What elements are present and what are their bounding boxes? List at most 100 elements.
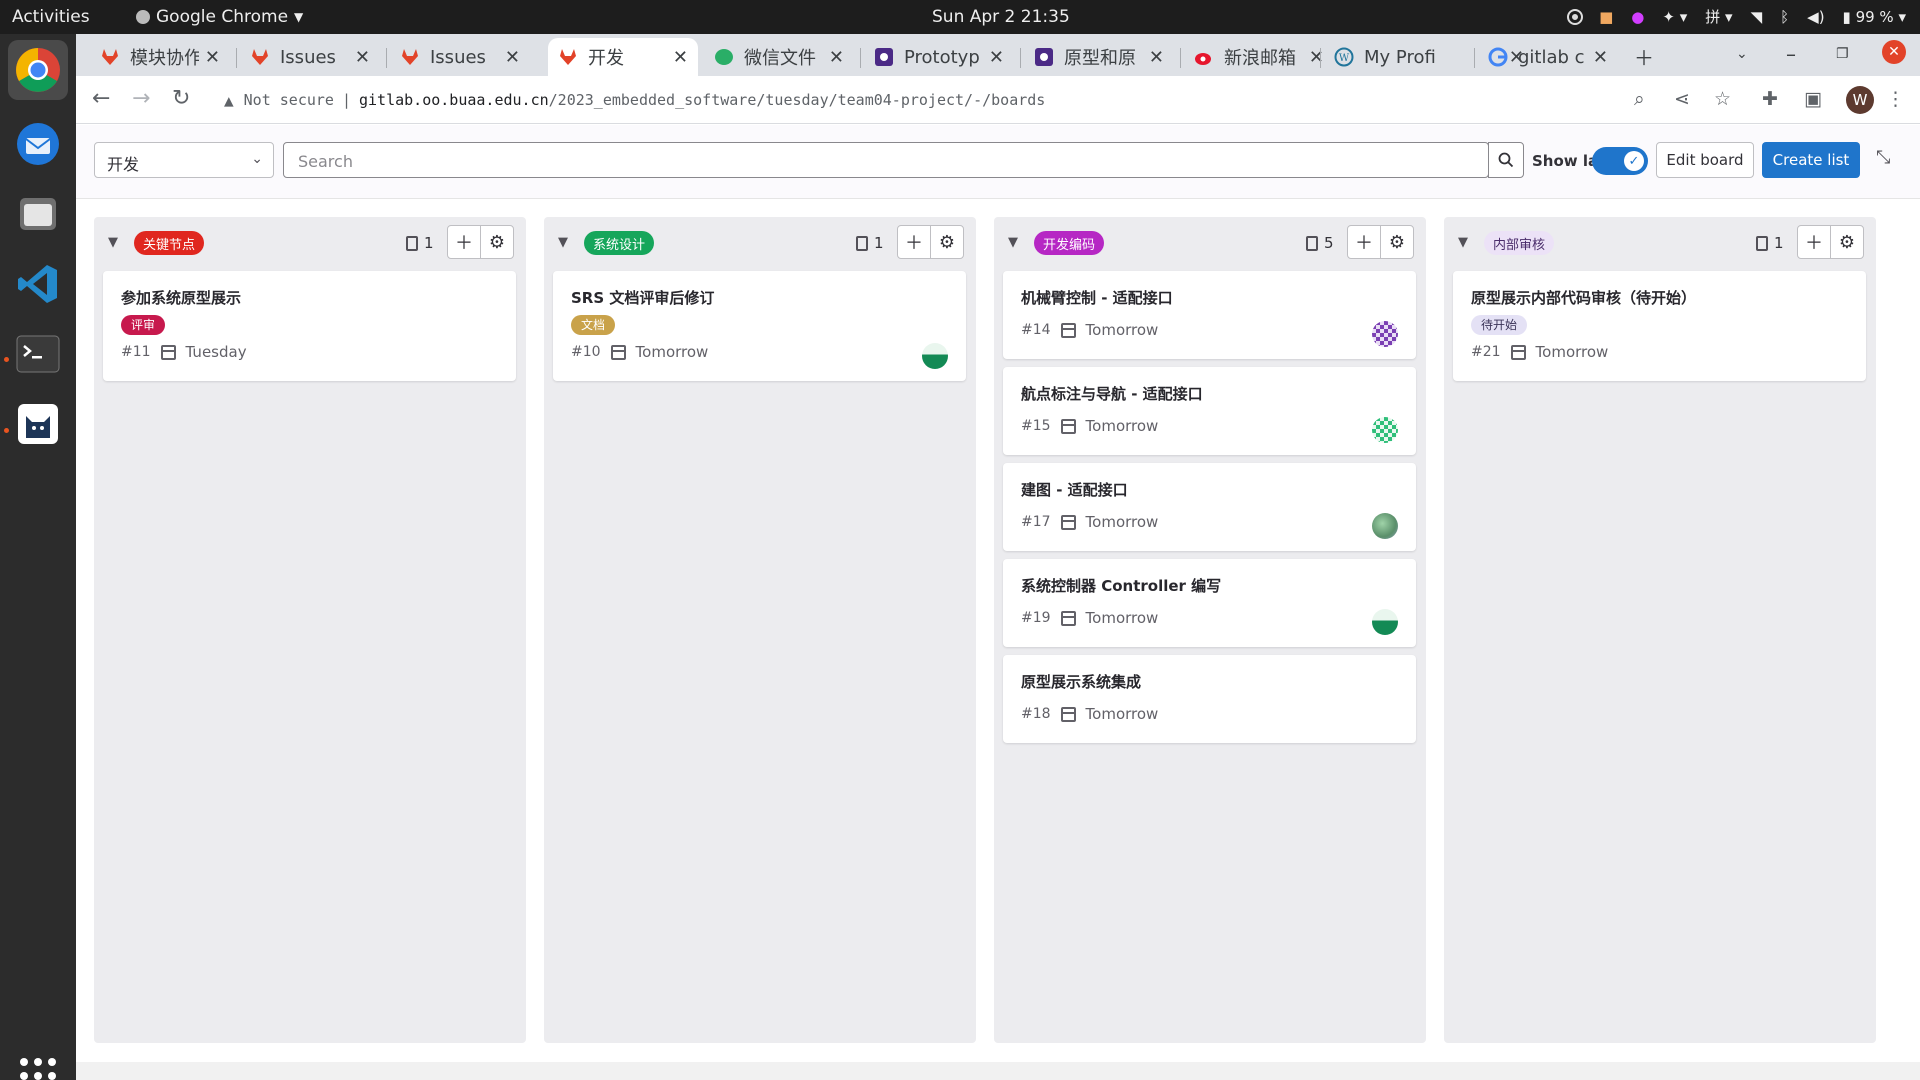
search-input[interactable]: Search xyxy=(283,142,1489,178)
input-method[interactable]: 拼 ▾ xyxy=(1705,6,1732,27)
issue-title[interactable]: 原型展示系统集成 xyxy=(1021,671,1141,692)
restore-icon[interactable]: ❐ xyxy=(1836,46,1849,62)
accessibility-icon[interactable]: ✦ ▾ xyxy=(1662,8,1687,26)
tab-1[interactable]: Issues ✕ xyxy=(240,38,380,76)
issue-card[interactable]: SRS 文档评审后修订 文档 #10 Tomorrow xyxy=(553,271,966,381)
list-settings-gear-icon[interactable]: ⚙ xyxy=(1830,225,1864,259)
issue-title[interactable]: 系统控制器 Controller 编写 xyxy=(1021,575,1221,596)
show-apps-icon[interactable] xyxy=(20,1058,56,1080)
close-icon[interactable]: ✕ xyxy=(829,47,844,68)
add-issue-button[interactable]: ＋ xyxy=(1797,225,1831,259)
tab-7[interactable]: 新浪邮箱 ✕ xyxy=(1184,38,1334,76)
issue-card[interactable]: 航点标注与导航 - 适配接口 #15 Tomorrow xyxy=(1003,367,1416,455)
close-window-icon[interactable]: ✕ xyxy=(1882,40,1906,64)
system-tray[interactable]: ■ ● ✦ ▾ 拼 ▾ ◥ ᛒ ◀) ▮ 99 % ▾ xyxy=(1567,6,1906,27)
horizontal-scrollbar[interactable] xyxy=(76,1062,1920,1080)
close-icon[interactable]: ✕ xyxy=(1593,47,1608,68)
collapse-icon[interactable]: ⤡ xyxy=(1876,147,1890,168)
show-labels-toggle[interactable]: ✓ xyxy=(1592,147,1648,175)
zoom-icon[interactable]: ⌕ xyxy=(1634,88,1645,110)
new-tab-icon[interactable]: ＋ xyxy=(1634,42,1654,71)
issue-title[interactable]: 航点标注与导航 - 适配接口 xyxy=(1021,383,1203,404)
edit-board-button[interactable]: Edit board xyxy=(1656,142,1754,178)
color-app-icon[interactable]: ● xyxy=(1631,8,1644,26)
board-switcher[interactable]: 开发 ⌄ xyxy=(94,142,274,178)
share-icon[interactable]: ⋖ xyxy=(1674,88,1690,110)
issue-card[interactable]: 系统控制器 Controller 编写 #19 Tomorrow xyxy=(1003,559,1416,647)
terminal-dock-icon[interactable] xyxy=(8,324,68,384)
tab-3-active[interactable]: 开发 ✕ xyxy=(548,38,698,76)
record-icon[interactable] xyxy=(1567,8,1584,25)
close-icon[interactable]: ✕ xyxy=(1149,47,1164,68)
issue-label[interactable]: 待开始 xyxy=(1471,315,1528,335)
security-status[interactable]: Not secure xyxy=(244,91,334,109)
bluetooth-icon[interactable]: ᛒ xyxy=(1780,8,1789,26)
minimize-icon[interactable]: – xyxy=(1786,42,1796,66)
cat-app-dock-icon[interactable] xyxy=(8,394,68,454)
forward-icon[interactable]: → xyxy=(132,86,150,111)
volume-icon[interactable]: ◀) xyxy=(1807,8,1824,26)
add-issue-button[interactable]: ＋ xyxy=(447,225,481,259)
reload-icon[interactable]: ↻ xyxy=(172,86,190,111)
thunderbird-dock-icon[interactable] xyxy=(8,114,68,174)
battery-indicator[interactable]: ▮ 99 % ▾ xyxy=(1843,8,1906,26)
issue-title[interactable]: 机械臂控制 - 适配接口 xyxy=(1021,287,1173,308)
add-issue-button[interactable]: ＋ xyxy=(1347,225,1381,259)
assignee-avatar[interactable] xyxy=(1372,417,1398,443)
issue-title[interactable]: SRS 文档评审后修订 xyxy=(571,287,714,308)
close-icon[interactable]: ✕ xyxy=(989,47,1004,68)
list-settings-gear-icon[interactable]: ⚙ xyxy=(480,225,514,259)
issue-card[interactable]: 参加系统原型展示 评审 #11 Tuesday xyxy=(103,271,516,381)
tab-6[interactable]: 原型和原 ✕ xyxy=(1024,38,1174,76)
issue-title[interactable]: 参加系统原型展示 xyxy=(121,287,241,308)
assignee-avatar[interactable] xyxy=(1372,513,1398,539)
assignee-avatar[interactable] xyxy=(1372,321,1398,347)
close-icon[interactable]: ✕ xyxy=(355,47,370,68)
wifi-icon[interactable]: ◥ xyxy=(1751,8,1763,26)
issue-label[interactable]: 文档 xyxy=(571,315,616,335)
close-icon[interactable]: ✕ xyxy=(505,47,520,68)
tab-9[interactable]: gitlab c ✕ xyxy=(1478,38,1618,76)
chevron-down-icon[interactable]: ▼ xyxy=(558,235,568,250)
extensions-icon[interactable]: ✚ xyxy=(1762,88,1778,110)
assignee-avatar[interactable] xyxy=(922,343,948,369)
close-icon[interactable]: ✕ xyxy=(1309,47,1324,68)
issue-label[interactable]: 评审 xyxy=(121,315,166,335)
address-bar[interactable]: ▲ Not secure | gitlab.oo.buaa.edu.cn /20… xyxy=(210,82,1800,118)
issue-title[interactable]: 建图 - 适配接口 xyxy=(1021,479,1128,500)
issue-title[interactable]: 原型展示内部代码审核（待开始） xyxy=(1471,287,1696,308)
chevron-down-icon[interactable]: ▼ xyxy=(1008,235,1018,250)
chevron-down-icon[interactable]: ▼ xyxy=(1458,235,1468,250)
kebab-menu-icon[interactable]: ⋮ xyxy=(1886,88,1905,110)
issue-card[interactable]: 原型展示内部代码审核（待开始） 待开始 #21 Tomorrow xyxy=(1453,271,1866,381)
issue-card[interactable]: 原型展示系统集成 #18 Tomorrow xyxy=(1003,655,1416,743)
tab-5[interactable]: Prototyp ✕ xyxy=(864,38,1014,76)
assignee-avatar[interactable] xyxy=(1372,609,1398,635)
tab-4[interactable]: 微信文件 ✕ xyxy=(704,38,854,76)
activities-button[interactable]: Activities xyxy=(12,7,90,27)
side-panel-icon[interactable]: ▣ xyxy=(1804,88,1822,110)
cat-app-icon[interactable]: ■ xyxy=(1599,8,1613,26)
profile-avatar[interactable]: W xyxy=(1846,86,1874,114)
close-icon[interactable]: ✕ xyxy=(673,47,688,68)
tab-2[interactable]: Issues ✕ xyxy=(390,38,530,76)
add-issue-button[interactable]: ＋ xyxy=(897,225,931,259)
list-label[interactable]: 系统设计 xyxy=(584,231,655,255)
warning-icon[interactable]: ▲ xyxy=(224,91,234,110)
close-icon[interactable]: ✕ xyxy=(205,47,220,68)
bookmark-star-icon[interactable]: ☆ xyxy=(1714,88,1731,110)
vscode-dock-icon[interactable] xyxy=(8,254,68,314)
search-button[interactable] xyxy=(1488,142,1524,178)
tab-0[interactable]: 模块协作 ✕ xyxy=(90,38,230,76)
back-icon[interactable]: ← xyxy=(92,86,110,111)
list-settings-gear-icon[interactable]: ⚙ xyxy=(1380,225,1414,259)
issue-card[interactable]: 建图 - 适配接口 #17 Tomorrow xyxy=(1003,463,1416,551)
list-label[interactable]: 关键节点 xyxy=(134,231,205,255)
tab-search-icon[interactable]: ⌄ xyxy=(1736,46,1748,62)
chrome-dock-icon[interactable] xyxy=(8,40,68,100)
app-menu[interactable]: Google Chrome ▼ xyxy=(136,7,303,27)
issue-card[interactable]: 机械臂控制 - 适配接口 #14 Tomorrow xyxy=(1003,271,1416,359)
files-dock-icon[interactable] xyxy=(8,184,68,244)
list-label[interactable]: 开发编码 xyxy=(1034,231,1105,255)
list-label[interactable]: 内部审核 xyxy=(1484,231,1555,255)
